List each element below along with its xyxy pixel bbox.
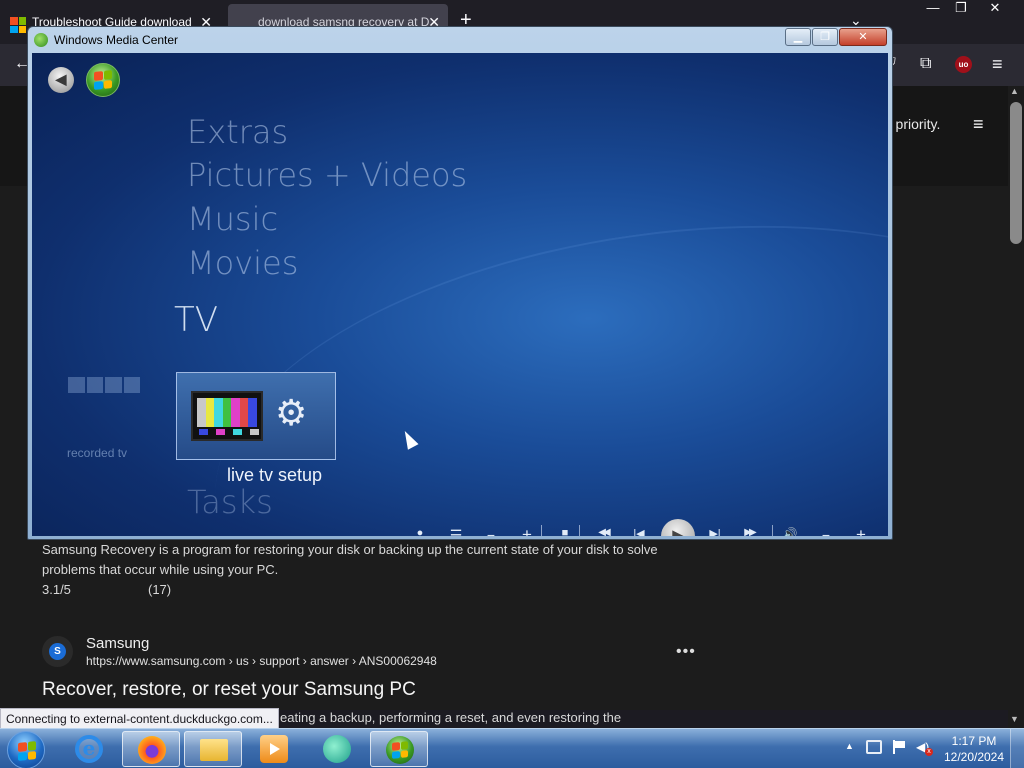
wmc-minimize-button[interactable]: ▁ [785, 28, 811, 46]
gear-icon: ⚙ [275, 392, 308, 433]
channel-down-icon[interactable]: − [481, 527, 501, 536]
messenger-icon [323, 735, 351, 763]
extensions-icon[interactable]: ⧉ [920, 55, 931, 73]
site-menu-icon[interactable]: ≡ [973, 114, 984, 135]
browser-close-button[interactable]: ✕ [978, 0, 1012, 18]
taskbar-firefox[interactable] [122, 731, 180, 767]
menu-item-pictures-videos[interactable]: Pictures + Videos [187, 156, 467, 194]
start-button[interactable] [7, 731, 45, 768]
scrollbar-thumb[interactable] [1010, 102, 1022, 244]
result-title-link[interactable]: Recover, restore, or reset your Samsung … [42, 679, 416, 701]
rewind-icon[interactable]: ◀◀ [591, 527, 615, 536]
next-track-icon[interactable]: ▶| [705, 527, 725, 536]
menu-item-tv[interactable]: TV [174, 300, 218, 340]
separator [772, 525, 773, 536]
record-icon[interactable]: ● [410, 527, 430, 536]
samsung-logo-icon: S [49, 643, 66, 660]
microsoft-logo-icon [10, 17, 26, 33]
mute-speaker-icon[interactable]: 🔊 [780, 527, 800, 536]
volume-up-icon[interactable]: + [851, 525, 871, 536]
back-arrow-icon[interactable]: ◀ [48, 67, 74, 93]
previous-track-icon[interactable]: |◀ [629, 527, 649, 536]
tv-color-bars-icon [191, 391, 263, 441]
windows-logo-icon [18, 741, 36, 761]
result-site-name[interactable]: Samsung [86, 635, 149, 652]
show-hidden-icons-arrow-icon[interactable]: ▲ [845, 741, 854, 751]
menu-item-extras[interactable]: Extras [187, 113, 288, 151]
guide-icon[interactable]: ☰ [446, 527, 466, 536]
volume-muted-icon: x [925, 748, 933, 756]
live-tv-setup-label: live tv setup [227, 465, 323, 485]
scroll-up-arrow-icon[interactable]: ▲ [1010, 86, 1019, 96]
live-tv-setup-tile[interactable]: ⚙ [176, 372, 336, 460]
network-icon[interactable] [866, 740, 882, 754]
separator [541, 525, 542, 536]
menu-item-movies[interactable]: Movies [187, 244, 298, 282]
taskbar-internet-explorer[interactable]: e [60, 731, 118, 767]
menu-item-tasks[interactable]: Tasks [187, 483, 273, 521]
browser-status-bar: Connecting to external-content.duckduckg… [0, 708, 279, 730]
wmc-titlebar[interactable]: Windows Media Center ▁ ❐ ✕ [28, 27, 892, 53]
wmc-window-title: Windows Media Center [54, 33, 179, 47]
result-url[interactable]: https://www.samsung.com › us › support ›… [86, 654, 437, 668]
result-snippet: eating a backup, performing a reset, and… [280, 710, 622, 725]
more-options-icon[interactable]: ••• [676, 643, 696, 661]
windows-media-center-window: Windows Media Center ▁ ❐ ✕ ◀ Extras Pict… [27, 26, 893, 540]
separator [579, 525, 580, 536]
taskbar-messenger[interactable] [308, 731, 366, 767]
result-rating: 3.1/5 [42, 582, 71, 597]
taskbar-windows-media-center[interactable] [370, 731, 428, 767]
recorded-tv-label: recorded tv [67, 446, 128, 460]
recorded-tv-tile[interactable] [68, 377, 140, 393]
wmc-restore-button[interactable]: ❐ [812, 28, 838, 46]
internet-explorer-icon: e [75, 735, 103, 763]
media-player-icon [260, 735, 288, 763]
firefox-icon [138, 736, 166, 764]
volume-down-icon[interactable]: − [816, 527, 836, 536]
samsung-favicon: S [42, 636, 73, 667]
taskbar-media-player[interactable] [245, 731, 303, 767]
stop-icon[interactable]: ■ [555, 527, 575, 536]
mouse-cursor-icon [399, 428, 419, 450]
media-center-icon [386, 736, 414, 764]
system-clock[interactable]: 1:17 PM 12/20/2024 [936, 733, 1012, 765]
channel-up-icon[interactable]: + [517, 525, 537, 536]
result-snippet: Samsung Recovery is a program for restor… [42, 542, 658, 577]
clock-date: 12/20/2024 [943, 750, 1005, 764]
action-center-flag-icon[interactable] [891, 740, 907, 754]
taskbar-windows-explorer[interactable] [184, 731, 242, 767]
result-rating-count: (17) [148, 582, 172, 597]
browser-restore-button[interactable]: ❐ [944, 0, 978, 18]
show-desktop-button[interactable] [1010, 729, 1024, 768]
wmc-content: ◀ Extras Pictures + Videos Music Movies … [32, 53, 888, 536]
fast-forward-icon[interactable]: ▶▶ [737, 527, 761, 536]
menu-item-music[interactable]: Music [187, 200, 278, 238]
clock-time: 1:17 PM [951, 734, 997, 748]
header-text: r priority. [887, 116, 941, 132]
play-icon[interactable]: ▶ [661, 519, 695, 536]
media-center-icon [34, 33, 48, 47]
windows-logo-icon [94, 70, 112, 90]
app-menu-icon[interactable]: ≡ [992, 54, 1003, 75]
scroll-down-arrow-icon[interactable]: ▼ [1010, 714, 1019, 724]
ublock-origin-icon[interactable]: uo [955, 56, 972, 73]
wmc-close-button[interactable]: ✕ [839, 28, 887, 46]
wmc-start-button[interactable] [86, 63, 120, 97]
folder-icon [200, 739, 228, 761]
